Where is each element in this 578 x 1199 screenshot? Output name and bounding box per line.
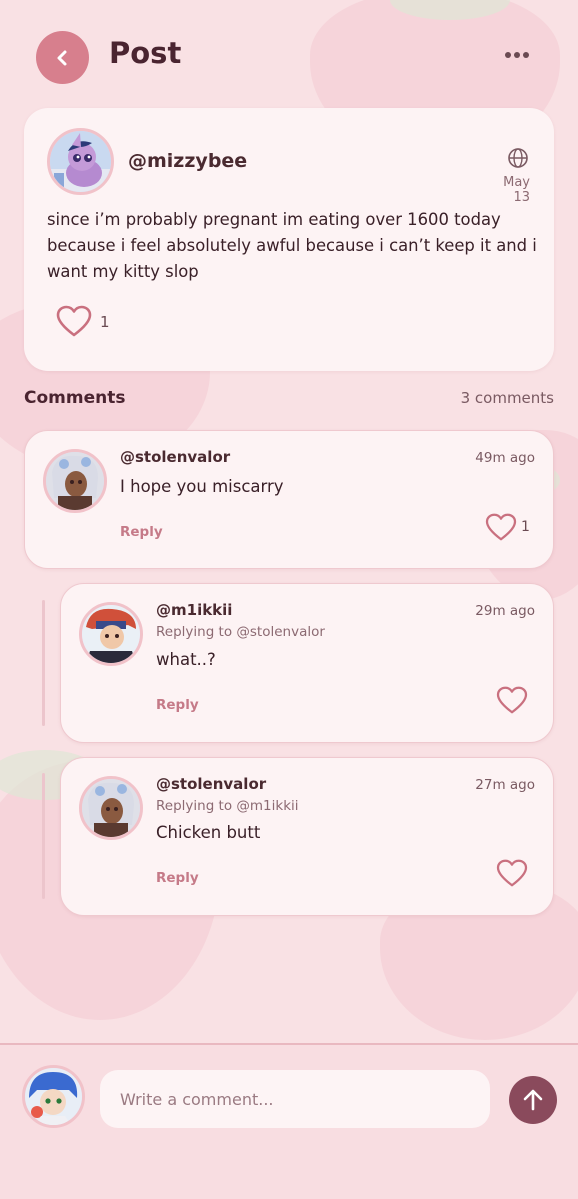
replying-to-label[interactable]: Replying to @stolenvalor [156, 624, 325, 640]
heart-icon[interactable] [496, 686, 528, 714]
back-button[interactable] [36, 31, 89, 84]
comment-text: I hope you miscarry [120, 477, 284, 496]
comment-input[interactable] [100, 1070, 490, 1128]
reply-thread-line [42, 773, 45, 899]
anime-avatar-image [46, 452, 104, 510]
post-author-avatar[interactable] [47, 128, 114, 195]
post-card: @mizzybee May 13 since i’m probably preg… [24, 108, 554, 371]
commenter-username[interactable]: @stolenvalor [120, 448, 230, 466]
commenter-avatar[interactable] [79, 776, 143, 840]
post-date: May 13 [503, 175, 530, 205]
comments-heading: Comments [24, 388, 126, 408]
comment-timestamp: 49m ago [475, 450, 535, 466]
pony-avatar-image [50, 131, 111, 192]
send-button[interactable] [509, 1076, 557, 1124]
anime-avatar-image [82, 779, 140, 837]
top-bar: Post [0, 0, 578, 110]
post-author-username[interactable]: @mizzybee [128, 150, 247, 172]
commenter-username[interactable]: @m1ikkii [156, 601, 232, 619]
comments-count: 3 comments [460, 389, 554, 407]
comment-timestamp: 29m ago [475, 603, 535, 619]
page-title: Post [109, 36, 182, 70]
chevron-left-icon [57, 50, 66, 65]
anime-avatar-image [25, 1068, 82, 1125]
arrow-up-icon [523, 1089, 543, 1111]
globe-icon [508, 148, 528, 168]
reply-button[interactable]: Reply [120, 524, 163, 540]
commenter-username[interactable]: @stolenvalor [156, 775, 266, 793]
comment-timestamp: 27m ago [475, 777, 535, 793]
current-user-avatar [22, 1065, 85, 1128]
heart-icon[interactable] [56, 305, 92, 337]
comment-text: what..? [156, 650, 216, 669]
post-body-text: since i’m probably pregnant im eating ov… [47, 210, 537, 281]
heart-icon[interactable] [496, 859, 528, 887]
comment-card: @stolenvalor 27m ago Replying to @m1ikki… [60, 757, 554, 916]
comment-card: @m1ikkii 29m ago Replying to @stolenvalo… [60, 583, 554, 743]
anime-avatar-image [82, 605, 140, 663]
reply-button[interactable]: Reply [156, 870, 199, 886]
more-options-button[interactable] [505, 50, 533, 60]
comment-card: @stolenvalor 49m ago I hope you miscarry… [24, 430, 554, 569]
post-like-count: 1 [100, 313, 110, 331]
commenter-avatar[interactable] [43, 449, 107, 513]
comment-like-count: 1 [521, 519, 530, 535]
comment-text: Chicken butt [156, 823, 261, 842]
heart-icon[interactable] [485, 513, 517, 541]
comment-composer [0, 1043, 578, 1199]
reply-thread-line [42, 600, 45, 726]
reply-button[interactable]: Reply [156, 697, 199, 713]
commenter-avatar[interactable] [79, 602, 143, 666]
replying-to-label[interactable]: Replying to @m1ikkii [156, 798, 299, 814]
more-horizontal-icon [505, 52, 511, 58]
